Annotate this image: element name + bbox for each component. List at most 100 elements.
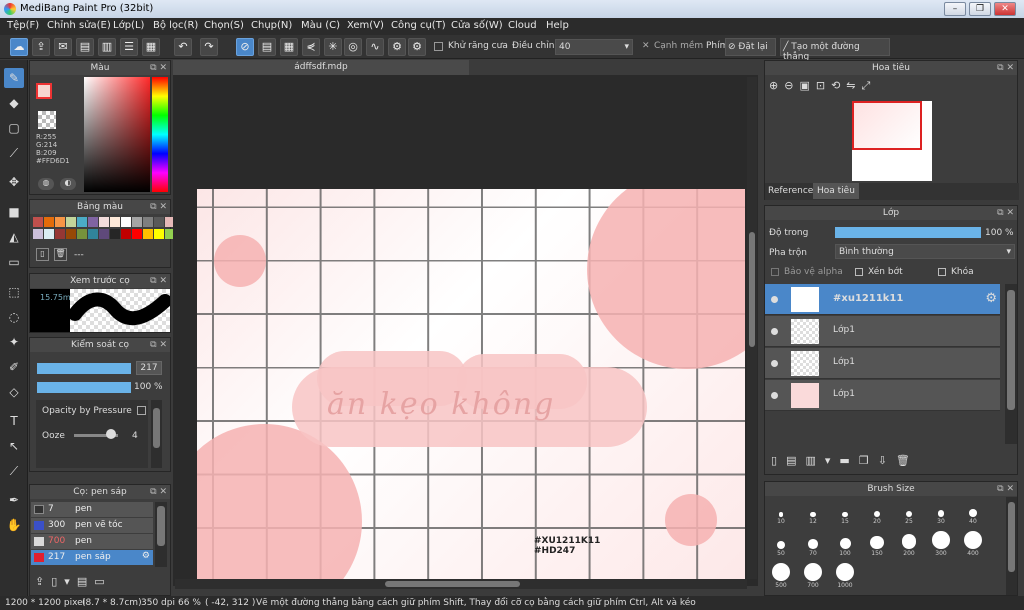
menu-view[interactable]: Xem(V) (347, 20, 384, 31)
brush-item[interactable]: 300 pen vẽ tóc (31, 518, 153, 533)
document-tab[interactable]: ádffsdf.mdp (173, 60, 469, 75)
eye-icon[interactable] (771, 328, 778, 335)
brush-tool-icon[interactable]: ✎ (4, 68, 24, 88)
layer-scrollbar[interactable] (1005, 284, 1017, 444)
size-slider[interactable] (37, 363, 131, 374)
palette-swatch[interactable] (33, 229, 43, 239)
delete-layer-icon[interactable]: 🗑 (896, 454, 919, 467)
opacity-slider[interactable] (37, 382, 131, 393)
brush-size-item[interactable]: 30 (927, 497, 955, 525)
transparent-swatch[interactable] (38, 111, 56, 129)
palette-swatch[interactable] (55, 217, 65, 227)
fill-tool-icon[interactable]: ◭ (4, 227, 24, 247)
layer-row[interactable]: Lớp1 (765, 348, 1000, 379)
canvas-vertical-scrollbar[interactable] (747, 77, 757, 579)
main-color-swatch[interactable] (36, 83, 52, 99)
brush-menu-icon[interactable]: ▾ (64, 575, 77, 588)
brush-size-item[interactable]: 700 (799, 561, 827, 589)
palette-swatch[interactable] (55, 229, 65, 239)
size-input[interactable]: 217 (136, 361, 162, 375)
brush-size-item[interactable]: 100 (831, 529, 859, 557)
straight-line-button[interactable]: ╱ Tạo một đường thẳng (780, 38, 890, 62)
menu-cloud[interactable]: Cloud (508, 20, 537, 31)
menu-window[interactable]: Cửa số(W) (451, 20, 503, 31)
brush-size-item[interactable]: 400 (959, 529, 987, 557)
reset-button[interactable]: ⊘ Đặt lại (725, 38, 776, 56)
gear-icon[interactable]: ⚙ (408, 38, 426, 56)
zoom-in-icon[interactable]: ⊕ (769, 79, 784, 92)
palette-swatch[interactable] (99, 229, 109, 239)
palette-swatch[interactable] (132, 229, 142, 239)
palette-swatch[interactable] (121, 229, 131, 239)
menu-help[interactable]: Help (546, 20, 569, 31)
palette-swatch[interactable] (88, 229, 98, 239)
navigator-thumbnail[interactable] (852, 101, 932, 181)
palette-swatch[interactable] (121, 217, 131, 227)
gear-icon[interactable]: ⚙ (985, 291, 997, 306)
antialias-checkbox[interactable] (434, 42, 443, 51)
menu-file[interactable]: Tệp(F) (7, 20, 39, 31)
operation-tool-icon[interactable]: ↖ (4, 436, 24, 456)
dot-tool-icon[interactable]: ⟋ (4, 143, 24, 163)
brush-size-item[interactable]: 500 (767, 561, 795, 589)
brush-size-item[interactable]: 40 (959, 497, 987, 525)
brush-size-item[interactable]: 15 (831, 497, 859, 525)
palette-swatch[interactable] (77, 229, 87, 239)
rotate-icon[interactable]: ⟲ (831, 79, 846, 92)
flip-icon[interactable]: ⇋ (846, 79, 861, 92)
add-brush-icon[interactable]: ▯ (51, 575, 64, 588)
new-halftone-layer-icon[interactable]: ▤ (786, 454, 805, 467)
brush-size-item[interactable]: 300 (927, 529, 955, 557)
close-button[interactable]: ✕ (994, 2, 1016, 16)
layer-row[interactable]: Lớp1 (765, 316, 1000, 347)
comment-icon[interactable]: ✉ (54, 38, 72, 56)
palette-swatch[interactable] (154, 229, 164, 239)
layer-row[interactable]: #xu1211k11 ⚙ (765, 284, 1000, 315)
palette-swatch[interactable] (44, 229, 54, 239)
new-layer-icon[interactable]: ▯ (771, 454, 786, 467)
reset-view-icon[interactable]: ⤢ (862, 79, 877, 92)
concentric-icon[interactable]: ◎ (344, 38, 362, 56)
palette-icon[interactable]: ◍ (38, 178, 54, 190)
eye-icon[interactable] (771, 392, 778, 399)
brush-size-item[interactable]: 50 (767, 529, 795, 557)
menu-edit[interactable]: Chỉnh sửa(E) (47, 20, 111, 31)
expand-icon[interactable]: ⧉ ✕ (997, 206, 1014, 220)
saturation-value-picker[interactable] (84, 77, 150, 192)
magic-wand-icon[interactable]: ✦ (4, 332, 24, 352)
select-tool-icon[interactable]: ⬚ (4, 282, 24, 302)
brush-size-item[interactable]: 25 (895, 497, 923, 525)
folder-icon[interactable]: ▭ (94, 575, 111, 588)
redo-icon[interactable]: ↷ (200, 38, 218, 56)
menu-color[interactable]: Màu (C) (301, 20, 340, 31)
add-palette-icon[interactable]: ▯ (36, 248, 49, 261)
layer-opacity-slider[interactable] (835, 227, 981, 238)
maximize-button[interactable]: ❐ (969, 2, 991, 16)
palette-swatch[interactable] (99, 217, 109, 227)
zoom-out-icon[interactable]: ⊖ (784, 79, 799, 92)
expand-icon[interactable]: ⧉ ✕ (150, 61, 167, 75)
page-icon[interactable]: ▥ (98, 38, 116, 56)
tile-icon[interactable]: ▦ (142, 38, 160, 56)
brush-item-selected[interactable]: 217 pen sáp ⚙ (31, 550, 153, 565)
brush-size-item[interactable]: 1000 (831, 561, 859, 589)
navigator-viewport[interactable] (852, 101, 922, 150)
ooze-slider-handle[interactable] (106, 429, 116, 439)
palette-swatch[interactable] (110, 217, 120, 227)
eye-icon[interactable] (771, 360, 778, 367)
menu-filter[interactable]: Bộ lọc(R) (153, 20, 198, 31)
expand-icon[interactable]: ⧉ ✕ (150, 200, 167, 214)
protect-alpha-checkbox[interactable] (771, 268, 779, 276)
hand-tool-icon[interactable]: ✋ (4, 515, 24, 535)
palette-swatch[interactable] (44, 217, 54, 227)
rectangle-tool-icon[interactable]: ▢ (4, 118, 24, 138)
duplicate-layer-icon[interactable]: ❐ (859, 454, 878, 467)
shape-tool-icon[interactable]: ■ (4, 202, 24, 222)
lock-checkbox[interactable] (938, 268, 946, 276)
palette-swatch[interactable] (132, 217, 142, 227)
brush-size-item[interactable]: 10 (767, 497, 795, 525)
gradient-tool-icon[interactable]: ▭ (4, 252, 24, 272)
actual-size-icon[interactable]: ⊡ (816, 79, 831, 92)
palette-swatch[interactable] (66, 217, 76, 227)
palette-swatch[interactable] (77, 217, 87, 227)
